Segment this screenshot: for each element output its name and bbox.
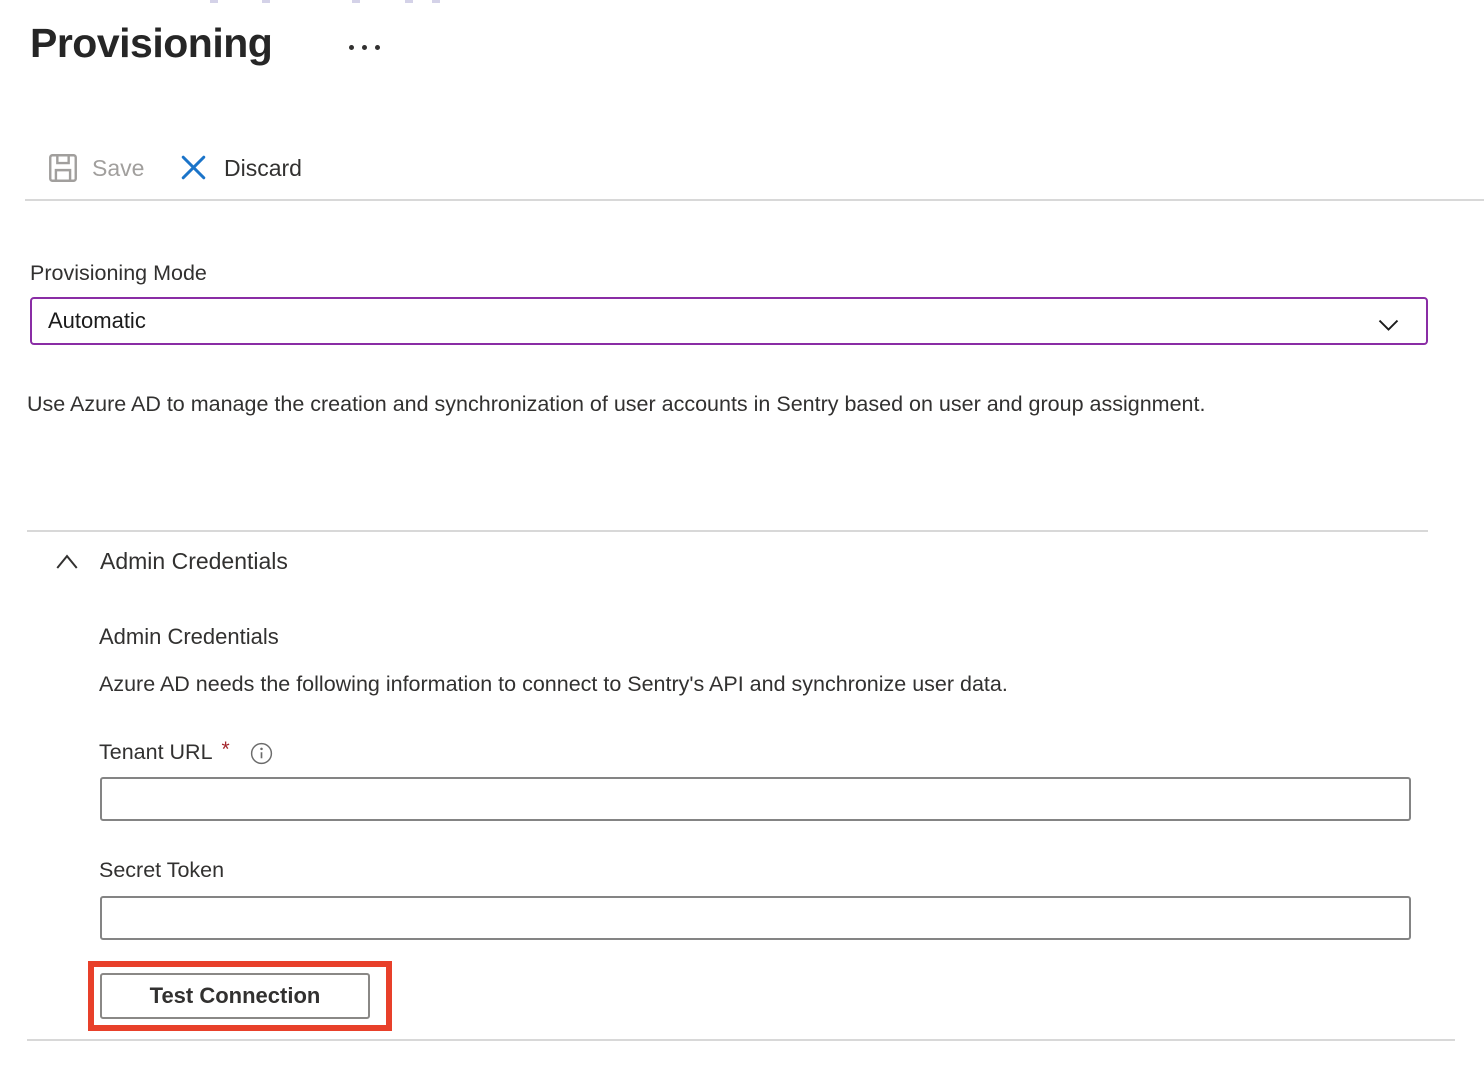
save-icon[interactable] [46,151,80,185]
more-menu-icon[interactable] [349,45,380,50]
secret-token-label: Secret Token [99,858,224,883]
section-title: Admin Credentials [100,548,288,575]
clipped-text-remnant [405,0,413,3]
toolbar-divider [25,199,1484,201]
chevron-down-icon [1375,311,1402,338]
tenant-url-label-row: Tenant URL * [99,740,274,766]
save-button[interactable]: Save [92,155,144,182]
provisioning-mode-value: Automatic [32,308,146,334]
page-title: Provisioning [30,20,272,67]
section-divider [27,530,1428,532]
info-icon[interactable] [249,741,274,766]
clipped-text-remnant [210,0,218,3]
admin-credentials-description: Azure AD needs the following information… [99,672,1008,697]
discard-button[interactable]: Discard [224,155,302,182]
chevron-up-icon [54,552,80,571]
provisioning-page: Provisioning Save Discard Provisioning M… [0,0,1484,1078]
intro-description: Use Azure AD to manage the creation and … [27,384,1347,425]
required-asterisk: * [222,738,230,762]
tenant-url-label: Tenant URL [99,740,213,765]
discard-x-icon[interactable] [177,151,210,184]
provisioning-mode-label: Provisioning Mode [30,261,207,286]
clipped-text-remnant [262,0,270,3]
provisioning-mode-dropdown[interactable]: Automatic [30,297,1428,345]
clipped-text-remnant [432,0,440,3]
admin-credentials-heading: Admin Credentials [99,624,279,650]
test-connection-button[interactable]: Test Connection [100,973,370,1019]
clipped-text-remnant [352,0,360,3]
secret-token-input[interactable] [100,896,1411,940]
bottom-divider [27,1039,1455,1041]
tenant-url-input[interactable] [100,777,1411,821]
admin-credentials-section-toggle[interactable]: Admin Credentials [54,548,288,575]
